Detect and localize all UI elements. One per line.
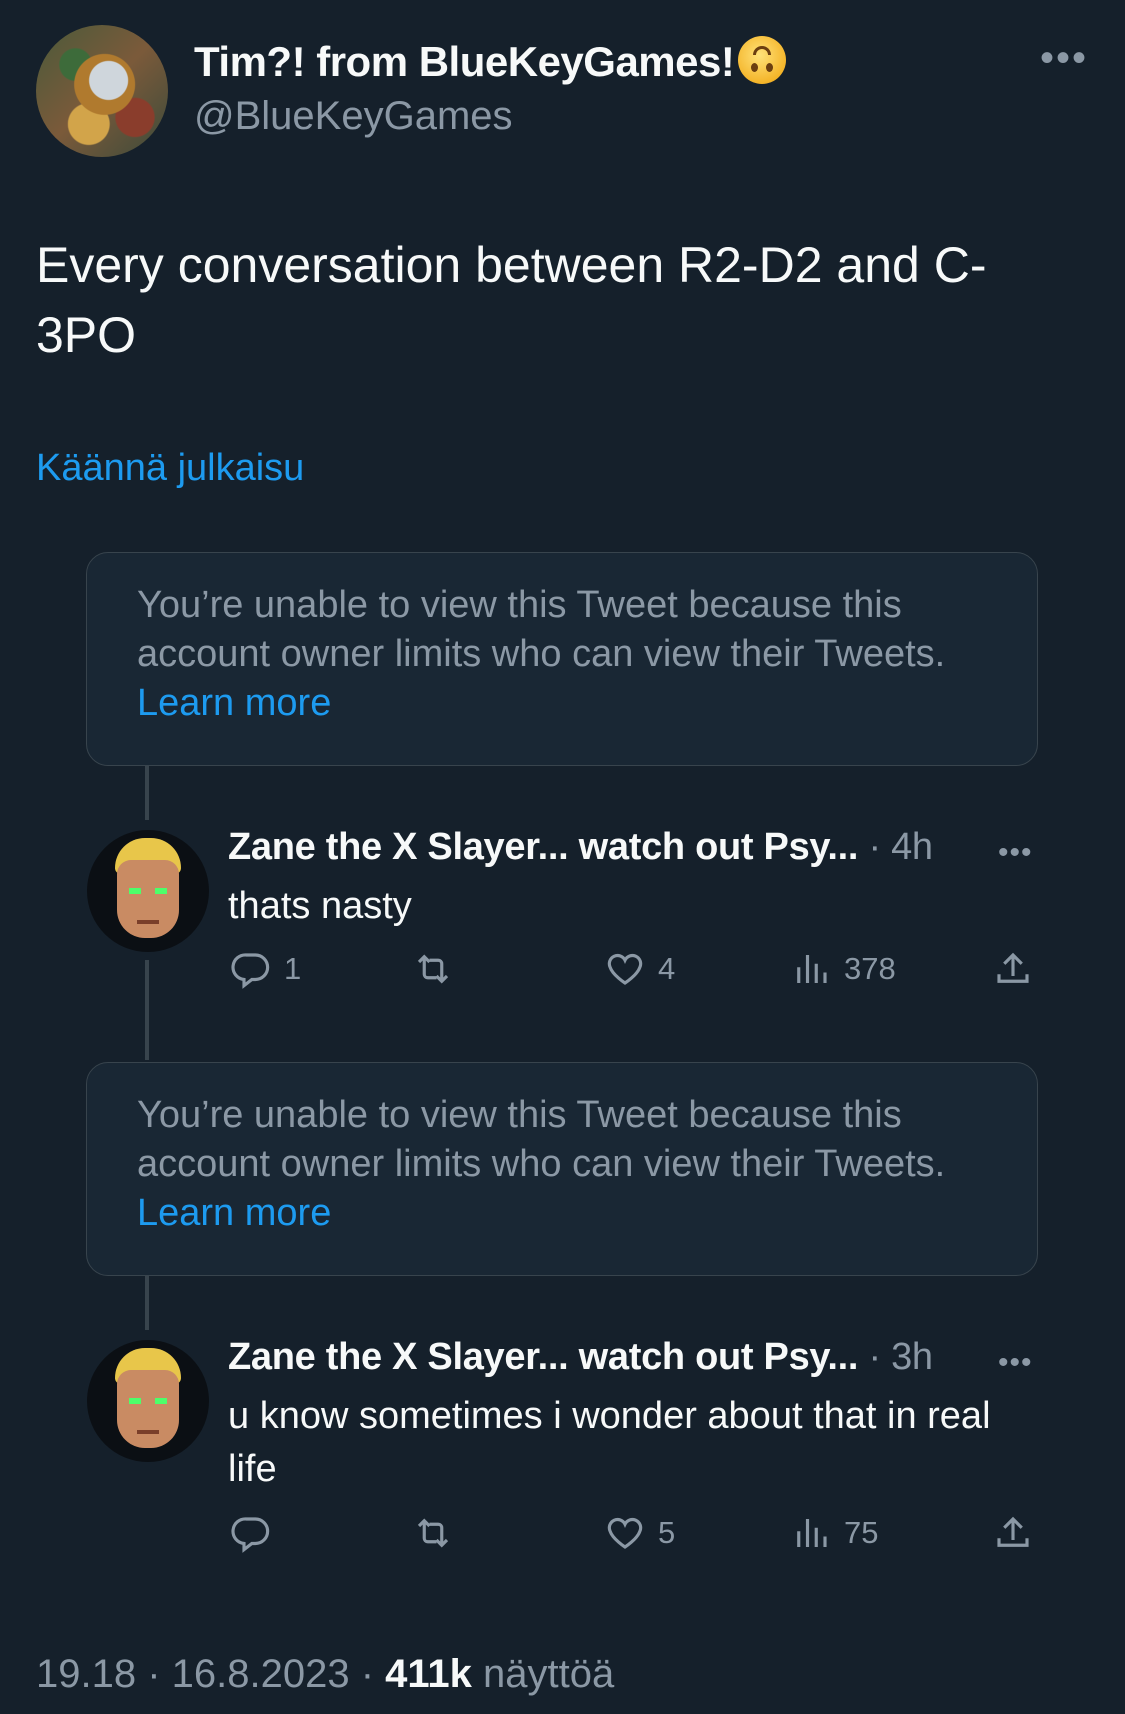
retweet-icon — [417, 954, 449, 984]
heart-icon — [607, 953, 643, 985]
unavailable-tweet-card: You’re unable to view this Tweet because… — [86, 552, 1038, 766]
tweet-timestamp[interactable]: 19.18 · 16.8.2023 · — [36, 1652, 385, 1696]
reply-timestamp[interactable]: · 4h — [868, 826, 933, 868]
more-options-icon[interactable]: ••• — [1040, 38, 1088, 78]
tweet-timestamp-footer: 19.18 · 16.8.2023 · 411k näyttöä — [36, 1652, 614, 1697]
reply-actions: 5 75 — [230, 1512, 1040, 1562]
learn-more-link[interactable]: Learn more — [137, 682, 331, 724]
unavailable-tweet-card: You’re unable to view this Tweet because… — [86, 1062, 1038, 1276]
view-count: 75 — [844, 1515, 879, 1550]
author-avatar[interactable] — [36, 25, 168, 157]
share-icon — [997, 952, 1029, 983]
heart-icon — [607, 1517, 643, 1549]
like-count: 5 — [658, 1515, 676, 1550]
reply-name-text: Zane the X Slayer... watch out Psy... — [228, 1336, 859, 1378]
share-button[interactable] — [992, 948, 1034, 990]
views-button[interactable]: 75 — [790, 1512, 878, 1554]
reply-text: thats nasty — [228, 885, 412, 927]
thread-line — [145, 766, 149, 820]
like-count: 4 — [658, 951, 676, 986]
reply-author-name[interactable]: Zane the X Slayer... watch out Psy... · … — [228, 1336, 933, 1379]
retweet-button[interactable] — [412, 948, 466, 990]
reply-more-icon[interactable]: ••• — [998, 1346, 1033, 1380]
reply-timestamp[interactable]: · 3h — [868, 1336, 933, 1378]
reply-actions: 1 4 378 — [230, 948, 1040, 998]
upside-down-face-emoji-icon — [738, 36, 787, 84]
share-button[interactable] — [992, 1512, 1034, 1554]
reply-icon — [231, 953, 270, 989]
like-button[interactable]: 5 — [604, 1512, 675, 1554]
retweet-button[interactable] — [412, 1512, 466, 1554]
retweet-icon — [417, 1518, 449, 1548]
learn-more-link[interactable]: Learn more — [137, 1192, 331, 1234]
reply-count: 1 — [284, 951, 302, 986]
reply-avatar[interactable] — [87, 830, 209, 952]
reply-text: u know sometimes i wonder about that in … — [228, 1395, 991, 1490]
views-bar-chart-icon — [797, 1519, 827, 1547]
view-count: 378 — [844, 951, 896, 986]
reply-author-name[interactable]: Zane the X Slayer... watch out Psy... · … — [228, 826, 933, 869]
reply-button[interactable] — [230, 1512, 284, 1554]
share-icon — [997, 1516, 1029, 1547]
author-name-text: Tim?! from BlueKeyGames! — [194, 38, 735, 85]
views-bar-chart-icon — [797, 955, 827, 983]
unavailable-notice-text: You’re unable to view this Tweet because… — [137, 1094, 946, 1185]
author-display-name[interactable]: Tim?! from BlueKeyGames! — [194, 36, 787, 86]
reply-button[interactable]: 1 — [230, 948, 301, 990]
thread-line — [145, 1276, 149, 1330]
tweet-text: Every conversation between R2-D2 and C-3… — [36, 237, 987, 363]
author-handle[interactable]: @BlueKeyGames — [194, 94, 513, 139]
reply-more-icon[interactable]: ••• — [998, 836, 1033, 870]
thread-line — [145, 960, 149, 1060]
views-button[interactable]: 378 — [790, 948, 896, 990]
reply-name-text: Zane the X Slayer... watch out Psy... — [228, 826, 859, 868]
tweet-view-count: 411k — [385, 1652, 472, 1696]
reply-avatar[interactable] — [87, 1340, 209, 1462]
unavailable-notice-text: You’re unable to view this Tweet because… — [137, 584, 946, 675]
reply-icon — [231, 1517, 270, 1553]
views-label: näyttöä — [471, 1652, 615, 1696]
translate-post-link[interactable]: Käännä julkaisu — [36, 447, 304, 490]
like-button[interactable]: 4 — [604, 948, 675, 990]
